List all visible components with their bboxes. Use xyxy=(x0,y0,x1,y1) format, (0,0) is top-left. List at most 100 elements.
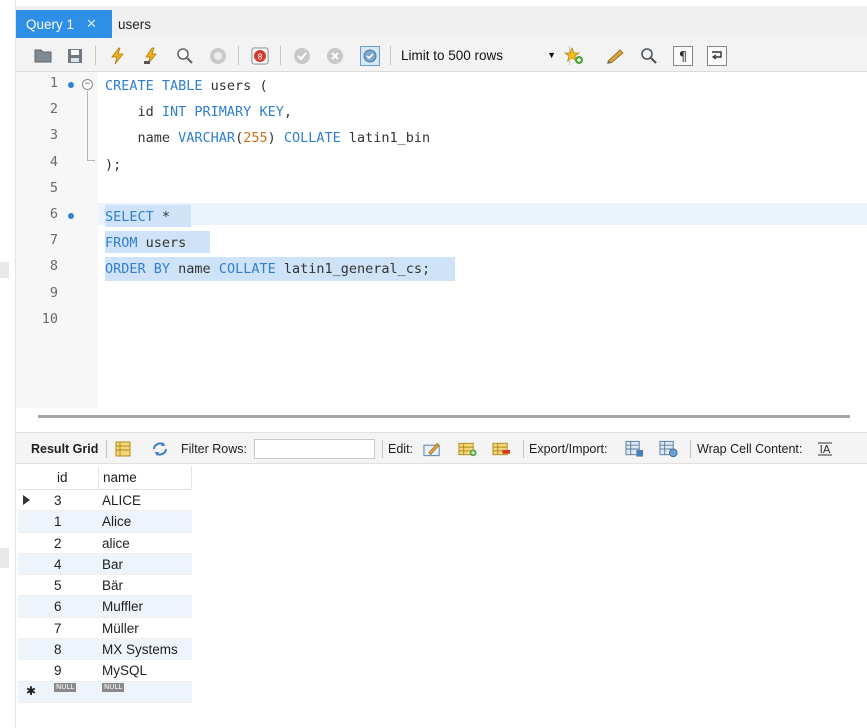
current-line-highlight xyxy=(98,203,867,225)
row-indicator[interactable] xyxy=(18,639,49,659)
cell-id[interactable]: 1 xyxy=(49,511,99,532)
svg-text:¶: ¶ xyxy=(678,50,686,65)
cell-name[interactable]: MySQL xyxy=(99,660,192,681)
cell-id[interactable]: 6 xyxy=(49,596,99,617)
insert-row-icon[interactable] xyxy=(458,440,477,458)
panel-splitter[interactable] xyxy=(38,415,850,418)
sql-text: name xyxy=(105,130,179,147)
row-indicator[interactable] xyxy=(18,596,49,616)
table-row[interactable]: 2 alice xyxy=(18,533,192,554)
export-import-label: Export/Import: xyxy=(529,442,608,456)
autocommit-icon[interactable] xyxy=(359,45,380,66)
bookmark-icon[interactable] xyxy=(563,45,584,66)
filter-rows-input[interactable] xyxy=(254,439,375,459)
row-indicator[interactable] xyxy=(18,533,49,553)
table-row[interactable]: 8 MX Systems xyxy=(18,639,192,661)
column-header-name[interactable]: name xyxy=(99,466,192,490)
edit-row-icon[interactable] xyxy=(423,440,442,458)
tab-bar: Query 1 ✕ users xyxy=(16,6,867,38)
form-view-icon[interactable] xyxy=(113,440,132,458)
find-icon[interactable] xyxy=(638,45,659,66)
cell-id[interactable]: 5 xyxy=(49,575,99,596)
cell-name[interactable]: Bar xyxy=(99,554,192,575)
line-number: 8 xyxy=(49,258,58,275)
row-indicator[interactable] xyxy=(18,554,49,574)
tab-users[interactable]: users xyxy=(108,10,161,38)
code-line[interactable]: ORDER BY name COLLATE latin1_general_cs; xyxy=(105,258,430,280)
limit-rows-select[interactable]: Limit to 500 rows ▼ xyxy=(399,45,562,66)
wrap-cell-icon[interactable]: IA xyxy=(815,440,834,458)
wrap-icon[interactable] xyxy=(706,45,727,66)
code-line[interactable]: FROM users xyxy=(105,232,186,254)
invisible-chars-icon[interactable]: ¶ xyxy=(672,45,693,66)
wrap-cell-label: Wrap Cell Content: xyxy=(697,442,803,456)
fold-toggle-icon[interactable]: − xyxy=(82,79,93,90)
cell-id[interactable]: 3 xyxy=(49,490,99,511)
cell-id[interactable]: 7 xyxy=(49,618,99,639)
close-icon[interactable]: ✕ xyxy=(86,16,97,32)
row-indicator[interactable] xyxy=(18,660,49,680)
refresh-icon[interactable] xyxy=(150,440,169,458)
code-line[interactable]: CREATE TABLE users ( xyxy=(105,75,268,97)
line-number: 7 xyxy=(49,232,58,249)
cell-name[interactable]: Müller xyxy=(99,618,192,639)
save-icon[interactable] xyxy=(64,45,85,66)
rollback-icon[interactable] xyxy=(324,45,345,66)
cell-name[interactable]: MX Systems xyxy=(99,639,192,660)
result-grid: id name 3 ALICE 1 Alice 2 alice 4 Bar 5 Bär 6 Muffl… xyxy=(18,466,192,703)
code-line[interactable]: name VARCHAR(255) COLLATE latin1_bin xyxy=(105,127,431,149)
tab-query-1[interactable]: Query 1 ✕ xyxy=(16,10,112,38)
export-icon[interactable] xyxy=(625,440,644,458)
delete-row-icon[interactable] xyxy=(492,440,511,458)
code-line[interactable]: ); xyxy=(105,154,121,176)
cell-name[interactable]: Bär xyxy=(99,575,192,596)
code-line[interactable]: SELECT * xyxy=(105,206,170,228)
cell-id[interactable]: 8 xyxy=(49,639,99,660)
open-folder-icon[interactable] xyxy=(32,45,53,66)
result-grid-button[interactable]: Result Grid xyxy=(31,433,98,465)
code-line[interactable]: id INT PRIMARY KEY, xyxy=(105,101,292,123)
cell-name[interactable]: alice xyxy=(99,533,192,554)
new-row-star-icon: ✱ xyxy=(26,683,37,698)
sql-editor[interactable]: 1 2 3 4 5 6 7 8 9 10 − CREATE TABLE users ( id IN… xyxy=(16,72,867,408)
beautify-icon[interactable] xyxy=(605,45,626,66)
row-indicator[interactable] xyxy=(18,618,49,638)
cell-name[interactable]: ALICE xyxy=(99,490,192,511)
line-number: 10 xyxy=(41,310,58,327)
line-number: 9 xyxy=(49,284,58,301)
sql-text: , xyxy=(283,104,292,121)
commit-icon[interactable] xyxy=(291,45,312,66)
current-row-arrow-icon xyxy=(23,495,30,505)
explain-icon[interactable] xyxy=(174,45,195,66)
sql-text: * xyxy=(153,209,171,225)
cell-id[interactable]: 4 xyxy=(49,554,99,575)
table-row[interactable]: 3 ALICE xyxy=(18,490,192,512)
statement-marker xyxy=(68,82,74,88)
statement-marker xyxy=(68,213,74,219)
table-row[interactable]: 7 Müller xyxy=(18,618,192,640)
new-row[interactable]: ✱ NULL NULL xyxy=(18,681,192,703)
sql-keyword: COLLATE xyxy=(218,261,276,278)
cell-id[interactable]: 9 xyxy=(49,660,99,681)
table-row[interactable]: 9 MySQL xyxy=(18,660,192,682)
table-row[interactable]: 6 Muffler xyxy=(18,596,192,618)
line-number: 5 xyxy=(49,179,58,196)
toggle-error-icon[interactable]: 8 xyxy=(249,45,270,66)
column-header-id[interactable]: id xyxy=(49,466,99,490)
table-row[interactable]: 1 Alice xyxy=(18,511,192,533)
row-indicator[interactable] xyxy=(18,575,49,595)
sql-keyword: SELECT xyxy=(105,209,154,225)
import-icon[interactable] xyxy=(659,440,678,458)
cell-id[interactable]: 2 xyxy=(49,533,99,554)
cell-name[interactable]: Muffler xyxy=(99,596,192,617)
row-indicator[interactable] xyxy=(18,511,49,531)
result-toolbar: Result Grid Filter Rows: Edit: Export/Im… xyxy=(16,432,867,464)
table-row[interactable]: 5 Bär xyxy=(18,575,192,597)
execute-current-icon[interactable] xyxy=(141,45,162,66)
cell-name[interactable]: Alice xyxy=(99,511,192,532)
table-row[interactable]: 4 Bar xyxy=(18,553,192,576)
row-indicator[interactable] xyxy=(18,490,49,510)
stop-icon[interactable] xyxy=(207,45,228,66)
execute-icon[interactable] xyxy=(107,45,128,66)
sql-text: latin1_general_cs; xyxy=(275,261,431,278)
